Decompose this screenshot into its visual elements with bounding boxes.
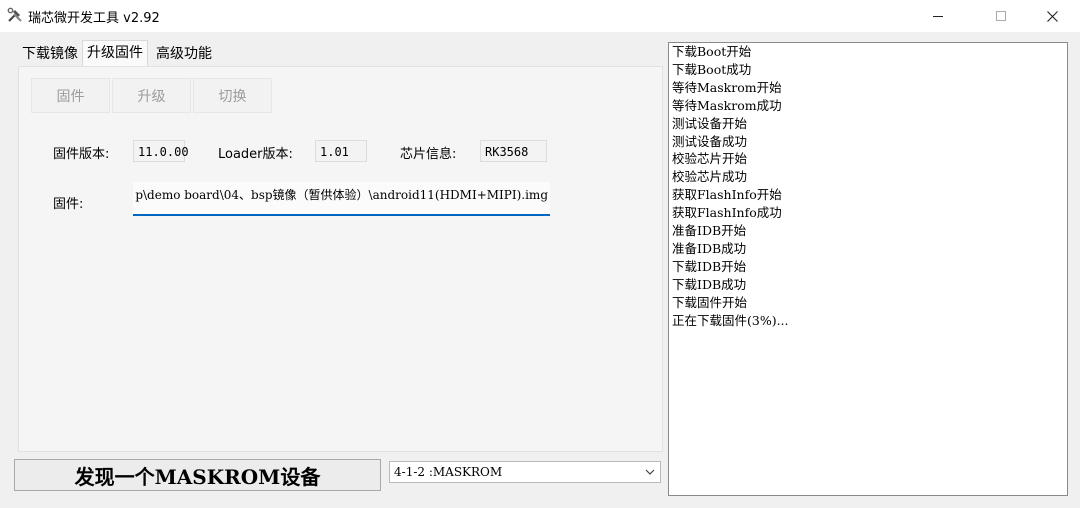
log-line: 正在下载固件(3%)... (672, 312, 789, 328)
log-line: 下载Boot开始 (672, 44, 752, 59)
log-line: 下载IDB成功 (672, 276, 747, 292)
device-select[interactable]: 4-1-2 :MASKROM (389, 461, 661, 483)
firmware-path-text: p\demo board\04、bsp镜像（暂供体验）\android11(HD… (135, 188, 548, 202)
log-line: 获取FlashInfo成功 (672, 205, 782, 221)
log-line: 等待Maskrom开始 (672, 79, 782, 95)
log-line: 下载Boot成功 (672, 61, 752, 77)
close-button[interactable] (1029, 0, 1075, 32)
minimize-icon (933, 16, 943, 17)
maximize-button[interactable] (978, 0, 1024, 32)
minimize-button[interactable] (915, 0, 961, 32)
log-line: 获取FlashInfo开始 (672, 187, 782, 203)
firmware-button[interactable]: 固件 (31, 78, 110, 113)
close-icon (1046, 10, 1058, 22)
upgrade-button[interactable]: 升级 (112, 78, 191, 113)
log-line: 等待Maskrom成功 (672, 97, 782, 113)
device-select-value: 4-1-2 :MASKROM (394, 465, 503, 479)
tab-download-image[interactable]: 下载镜像 (18, 42, 82, 66)
chevron-down-icon (645, 469, 655, 475)
log-line: 测试设备开始 (672, 115, 748, 131)
log-line: 准备IDB成功 (672, 240, 747, 256)
log-line: 下载IDB开始 (672, 258, 747, 274)
loader-version-field: 1.01 (315, 140, 367, 162)
upgrade-panel (18, 66, 663, 452)
log-list[interactable]: 下载Boot开始 下载Boot成功 等待Maskrom开始 等待Maskrom成… (668, 42, 1068, 496)
log-line: 下载固件开始 (672, 294, 748, 310)
log-line: 准备IDB开始 (672, 223, 747, 239)
firmware-path-label: 固件: (53, 197, 84, 212)
firmware-version-label: 固件版本: (53, 147, 110, 162)
log-line: 校验芯片开始 (672, 151, 748, 167)
tools-icon (7, 7, 22, 22)
window-title: 瑞芯微开发工具 v2.92 (28, 11, 160, 26)
switch-button[interactable]: 切换 (193, 78, 272, 113)
loader-version-label: Loader版本: (218, 147, 293, 162)
tab-advanced-functions[interactable]: 高级功能 (152, 42, 216, 66)
log-line: 校验芯片成功 (672, 169, 748, 185)
maximize-icon (996, 11, 1006, 21)
chip-info-label: 芯片信息: (400, 147, 457, 162)
firmware-version-field: 11.0.00 (133, 140, 189, 162)
chip-info-field: RK3568 (480, 140, 547, 162)
firmware-path-input[interactable]: p\demo board\04、bsp镜像（暂供体验）\android11(HD… (133, 182, 550, 216)
title-bar: 瑞芯微开发工具 v2.92 (0, 0, 1080, 32)
status-message: 发现一个MASKROM设备 (14, 459, 381, 491)
log-line: 测试设备成功 (672, 133, 748, 149)
tab-upgrade-firmware[interactable]: 升级固件 (82, 40, 148, 67)
